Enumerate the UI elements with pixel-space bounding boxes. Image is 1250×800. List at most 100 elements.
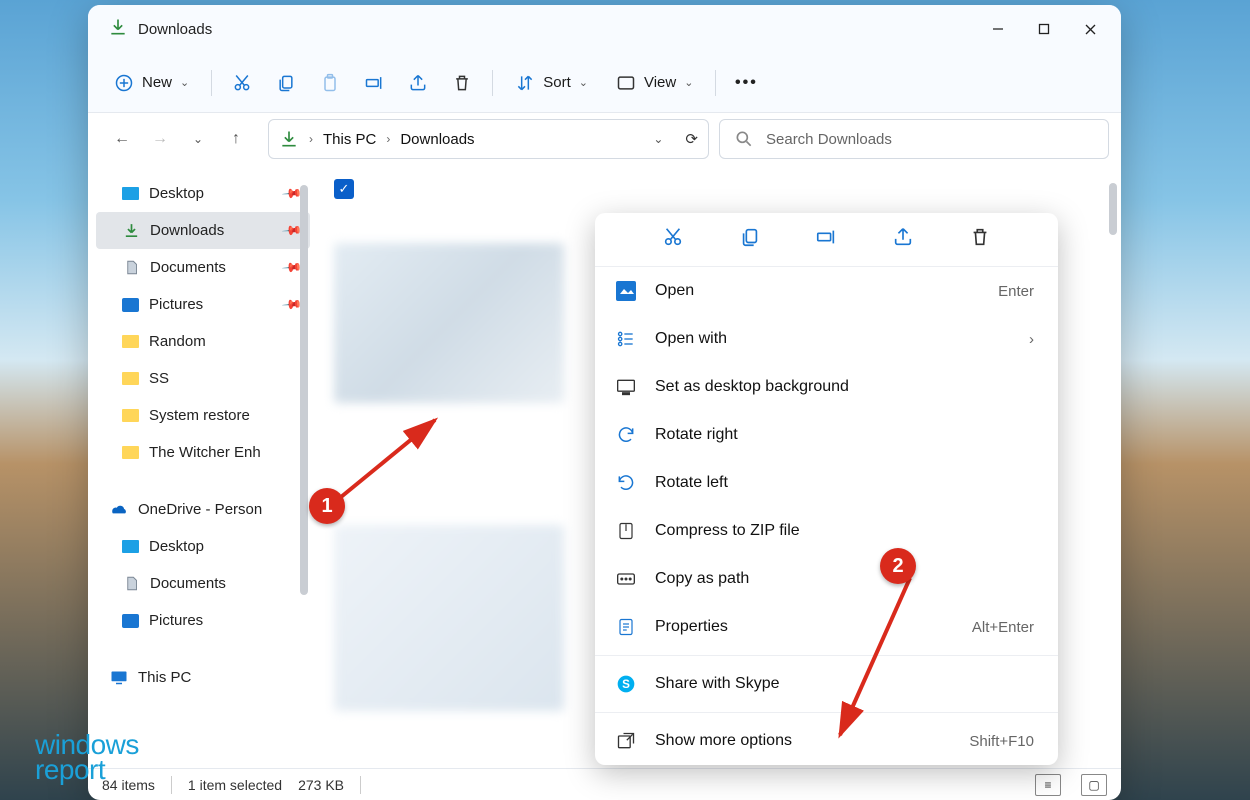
- pictures-icon: [122, 614, 139, 628]
- context-menu: Open Enter Open with› Set as desktop back…: [595, 213, 1058, 765]
- sidebar-item-system-restore[interactable]: System restore: [96, 397, 310, 434]
- sidebar-item-ss[interactable]: SS: [96, 360, 310, 397]
- search-box[interactable]: Search Downloads: [719, 119, 1109, 159]
- documents-icon: [122, 575, 140, 593]
- breadcrumb-root[interactable]: This PC: [323, 131, 376, 148]
- copy-icon[interactable]: [731, 226, 769, 254]
- context-item-openwith[interactable]: Open with›: [595, 315, 1058, 363]
- onedrive-icon: [110, 501, 128, 519]
- checkbox-checked-icon[interactable]: ✓: [334, 179, 354, 199]
- svg-text:S: S: [622, 678, 630, 691]
- context-item-properties[interactable]: PropertiesAlt+Enter: [595, 603, 1058, 651]
- maximize-button[interactable]: [1021, 11, 1067, 47]
- context-hint: Enter: [998, 283, 1034, 300]
- delete-icon[interactable]: [961, 226, 999, 254]
- rotate-left-icon: [615, 472, 637, 494]
- separator: [492, 70, 493, 96]
- context-item-zip[interactable]: Compress to ZIP file: [595, 507, 1058, 555]
- openwith-icon: [615, 328, 637, 350]
- sidebar-label: SS: [149, 370, 169, 387]
- content-scrollbar[interactable]: [1109, 183, 1117, 235]
- rename-icon[interactable]: [354, 64, 394, 102]
- sidebar-label: Pictures: [149, 296, 203, 313]
- sidebar-label: Desktop: [149, 538, 204, 555]
- breadcrumb-current[interactable]: Downloads: [400, 131, 474, 148]
- delete-icon[interactable]: [442, 64, 482, 102]
- file-thumbnail[interactable]: [334, 525, 564, 711]
- rotate-right-icon: [615, 424, 637, 446]
- context-item-rotate-right[interactable]: Rotate right: [595, 411, 1058, 459]
- sidebar-scrollbar[interactable]: [300, 185, 308, 595]
- separator: [171, 776, 172, 794]
- rename-icon[interactable]: [807, 226, 845, 254]
- context-hint: Shift+F10: [969, 733, 1034, 750]
- sidebar-label: Pictures: [149, 612, 203, 629]
- new-button[interactable]: New ⌄: [102, 64, 201, 102]
- sidebar-label: Downloads: [150, 222, 224, 239]
- context-item-skype[interactable]: S Share with Skype: [595, 660, 1058, 708]
- show-more-icon: [615, 730, 637, 752]
- context-label: Properties: [655, 618, 954, 636]
- chevron-down-icon: ⌄: [180, 76, 189, 89]
- icons-view-button[interactable]: ▢: [1081, 774, 1107, 796]
- context-item-rotate-left[interactable]: Rotate left: [595, 459, 1058, 507]
- cut-icon[interactable]: [222, 64, 262, 102]
- close-button[interactable]: [1067, 11, 1113, 47]
- sidebar-label: This PC: [138, 669, 191, 686]
- address-bar[interactable]: › This PC › Downloads ⌄ ⟳: [268, 119, 709, 159]
- context-label: Open: [655, 282, 980, 300]
- context-item-show-more[interactable]: Show more optionsShift+F10: [595, 717, 1058, 765]
- context-label: Share with Skype: [655, 675, 1034, 693]
- file-thumbnail-selected[interactable]: ✓: [334, 179, 564, 479]
- cut-icon[interactable]: [654, 226, 692, 254]
- sidebar-item-onedrive[interactable]: OneDrive - Person: [96, 491, 310, 528]
- sidebar-item-pictures[interactable]: Pictures📌: [96, 286, 310, 323]
- refresh-icon[interactable]: ⟳: [685, 130, 698, 148]
- sidebar-item-witcher[interactable]: The Witcher Enh: [96, 434, 310, 471]
- sidebar-item-random[interactable]: Random: [96, 323, 310, 360]
- sidebar-item-od-documents[interactable]: Documents: [96, 565, 310, 602]
- sidebar-item-downloads[interactable]: Downloads📌: [96, 212, 310, 249]
- sidebar-item-documents[interactable]: Documents📌: [96, 249, 310, 286]
- sidebar-label: System restore: [149, 407, 250, 424]
- new-label: New: [142, 74, 172, 91]
- context-item-setbg[interactable]: Set as desktop background: [595, 363, 1058, 411]
- folder-icon: [122, 446, 139, 459]
- thispc-icon: [110, 669, 128, 687]
- view-button[interactable]: View ⌄: [604, 64, 705, 102]
- context-item-open[interactable]: Open Enter: [595, 267, 1058, 315]
- more-icon[interactable]: •••: [726, 64, 766, 102]
- sidebar-item-desktop[interactable]: Desktop📌: [96, 175, 310, 212]
- sidebar-item-od-pictures[interactable]: Pictures: [96, 602, 310, 639]
- desktop-bg-icon: [615, 376, 637, 398]
- details-view-button[interactable]: ≡: [1035, 774, 1061, 796]
- toolbar: New ⌄ Sort ⌄ View ⌄ •••: [88, 53, 1121, 113]
- sidebar-item-od-desktop[interactable]: Desktop: [96, 528, 310, 565]
- search-placeholder: Search Downloads: [766, 131, 892, 148]
- forward-button[interactable]: →: [146, 125, 174, 153]
- address-dropdown-icon[interactable]: ⌄: [653, 132, 663, 146]
- share-icon[interactable]: [398, 64, 438, 102]
- share-icon[interactable]: [884, 226, 922, 254]
- sidebar-item-thispc[interactable]: This PC: [96, 659, 310, 696]
- context-label: Set as desktop background: [655, 378, 1034, 396]
- properties-icon: [615, 616, 637, 638]
- back-button[interactable]: ←: [108, 125, 136, 153]
- recent-dropdown[interactable]: ⌄: [184, 125, 212, 153]
- sort-button[interactable]: Sort ⌄: [503, 64, 600, 102]
- context-label: Copy as path: [655, 570, 1034, 588]
- downloads-title-icon: [108, 17, 128, 42]
- context-menu-quickactions: [595, 213, 1058, 267]
- annotation-number-2: 2: [880, 548, 916, 584]
- chevron-right-icon: ›: [386, 132, 390, 146]
- paste-icon[interactable]: [310, 64, 350, 102]
- context-item-copypath[interactable]: Copy as path: [595, 555, 1058, 603]
- status-bar: 84 items 1 item selected 273 KB ≡ ▢: [88, 768, 1121, 800]
- folder-icon: [122, 372, 139, 385]
- copy-icon[interactable]: [266, 64, 306, 102]
- downloads-icon: [279, 129, 299, 149]
- minimize-button[interactable]: [975, 11, 1021, 47]
- documents-icon: [122, 259, 140, 277]
- open-icon: [615, 280, 637, 302]
- up-button[interactable]: ↑: [222, 125, 250, 153]
